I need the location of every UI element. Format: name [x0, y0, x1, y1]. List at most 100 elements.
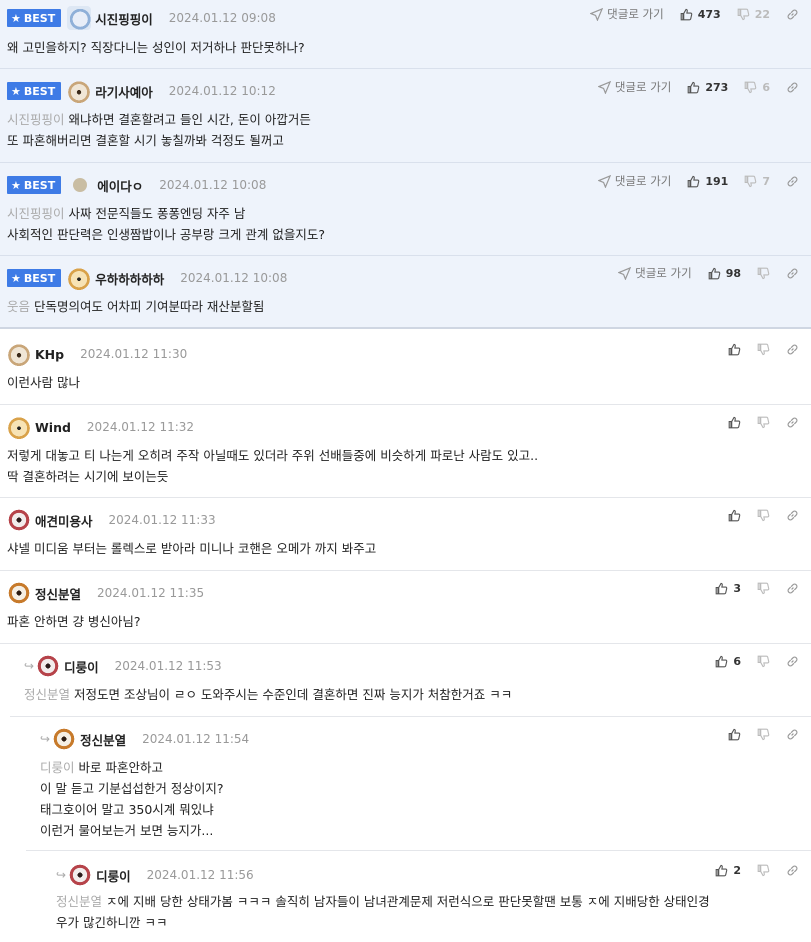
avatar[interactable] — [67, 6, 92, 30]
best-comment: ★ BEST 에이다ㅇ 2024.01.12 10:08 댓글로 가기 191 7… — [0, 163, 811, 256]
thumb-down-icon — [744, 81, 757, 94]
downvote-button[interactable] — [757, 267, 770, 280]
copy-link-button[interactable] — [786, 343, 799, 356]
comment-body: 웃음 단독명의여도 어차피 기여분따라 재산분할됨 — [7, 299, 265, 314]
downvote-button[interactable] — [757, 582, 770, 595]
link-icon — [786, 267, 799, 280]
reply-arrow-icon: ↪ — [24, 659, 35, 673]
upvote-count: 6 — [733, 655, 741, 668]
reply-comment: ↪ 정신분열 2024.01.12 11:54 디룽이 바로 파혼안하고 이 말 … — [26, 717, 811, 851]
goto-comment-link[interactable]: 댓글로 가기 — [597, 173, 671, 189]
copy-link-button[interactable] — [786, 8, 799, 21]
copy-link-button[interactable] — [786, 416, 799, 429]
thumb-down-icon — [757, 582, 770, 595]
comment-author[interactable]: KHp — [35, 347, 64, 362]
thumb-down-icon — [757, 655, 770, 668]
upvote-button[interactable] — [728, 416, 741, 429]
avatar[interactable] — [7, 342, 31, 366]
copy-link-button[interactable] — [786, 175, 799, 188]
avatar[interactable] — [52, 727, 77, 751]
downvote-button[interactable] — [757, 728, 770, 741]
copy-link-button[interactable] — [786, 582, 799, 595]
mention[interactable]: 정신분열 — [24, 687, 70, 702]
upvote-button[interactable]: 191 — [687, 175, 728, 188]
upvote-button[interactable] — [728, 509, 741, 522]
downvote-button[interactable]: 22 — [737, 8, 770, 21]
copy-link-button[interactable] — [786, 267, 799, 280]
comment: Wind 2024.01.12 11:32 저렇게 대놓고 티 나는게 오히려 … — [0, 405, 811, 498]
comment-author[interactable]: 디룽이 — [96, 866, 131, 885]
upvote-button[interactable]: 473 — [680, 8, 721, 21]
downvote-count: 6 — [762, 80, 770, 94]
avatar[interactable] — [73, 178, 88, 192]
upvote-button[interactable] — [728, 728, 741, 741]
comment-author[interactable]: 우하하하하하 — [95, 269, 164, 288]
avatar[interactable] — [7, 415, 31, 439]
upvote-count: 273 — [705, 80, 729, 94]
star-icon: ★ — [11, 11, 21, 25]
upvote-button[interactable]: 6 — [715, 655, 741, 668]
downvote-button[interactable] — [757, 864, 770, 877]
comment-body: 정신분열 저정도면 조상님이 ㄹㅇ 도와주시는 수준인데 결혼하면 진짜 능지가 … — [24, 687, 513, 702]
thumb-down-icon — [757, 343, 770, 356]
upvote-button[interactable]: 2 — [715, 864, 741, 877]
comment-author[interactable]: 애견미용사 — [35, 511, 93, 530]
downvote-button[interactable] — [757, 509, 770, 522]
mention[interactable]: 디룽이 — [40, 760, 75, 775]
comment-date: 2024.01.12 11:53 — [114, 659, 222, 673]
copy-link-button[interactable] — [786, 509, 799, 522]
comment-author[interactable]: Wind — [35, 420, 71, 435]
goto-comment-link[interactable]: 댓글로 가기 — [597, 79, 671, 95]
upvote-button[interactable]: 98 — [708, 267, 741, 280]
comment-date: 2024.01.12 09:08 — [168, 11, 276, 25]
upvote-button[interactable]: 273 — [687, 81, 728, 94]
comment-body: 샤넬 미디움 부터는 롤렉스로 받아라 미니나 코핸은 오메가 까지 봐주고 — [7, 541, 377, 556]
mention[interactable]: 시진핑핑이 — [7, 206, 65, 221]
avatar[interactable] — [7, 581, 31, 605]
comment-body: 정신분열 ㅈ에 지배 당한 상태가봄 ㅋㅋㅋ 솔직히 남자들이 남녀관계문제 저런… — [56, 894, 710, 930]
goto-comment-link[interactable]: 댓글로 가기 — [590, 6, 664, 22]
upvote-button[interactable]: 3 — [715, 582, 741, 595]
mention[interactable]: 정신분열 — [56, 894, 102, 909]
best-comment: ★ BEST 라기사예아 2024.01.12 10:12 댓글로 가기 273 … — [0, 69, 811, 163]
comment-author[interactable]: 에이다ㅇ — [97, 176, 143, 195]
upvote-count: 98 — [725, 266, 741, 280]
thumb-down-icon — [744, 175, 757, 188]
reply-arrow-icon: ↪ — [40, 732, 51, 746]
comment: KHp 2024.01.12 11:30 이런사람 많나 — [0, 331, 811, 405]
link-icon — [786, 509, 799, 522]
comment-date: 2024.01.12 11:33 — [108, 513, 216, 527]
upvote-count: 473 — [697, 7, 721, 21]
comment-author[interactable]: 라기사예아 — [95, 82, 153, 101]
downvote-button[interactable]: 7 — [744, 175, 770, 188]
comment-author[interactable]: 디룽이 — [64, 657, 99, 676]
comment-date: 2024.01.12 10:08 — [180, 271, 288, 285]
downvote-button[interactable]: 6 — [744, 81, 770, 94]
mention[interactable]: 웃음 — [7, 299, 30, 314]
goto-comment-link[interactable]: 댓글로 가기 — [618, 265, 692, 281]
comment-author[interactable]: 정신분열 — [35, 584, 81, 603]
mention[interactable]: 시진핑핑이 — [7, 112, 65, 127]
upvote-button[interactable] — [728, 343, 741, 356]
avatar[interactable] — [67, 266, 92, 290]
copy-link-button[interactable] — [786, 655, 799, 668]
copy-link-button[interactable] — [786, 728, 799, 741]
comment-author[interactable]: 정신분열 — [80, 730, 126, 749]
downvote-button[interactable] — [757, 655, 770, 668]
thumb-up-icon — [728, 509, 741, 522]
link-icon — [786, 416, 799, 429]
avatar[interactable] — [36, 654, 61, 678]
avatar[interactable] — [68, 863, 93, 887]
avatar[interactable] — [67, 79, 92, 103]
thumb-down-icon — [757, 728, 770, 741]
comment: 정신분열 2024.01.12 11:35 3 파혼 안하면 걍 병신아님? — [0, 571, 811, 644]
comment-author[interactable]: 시진핑핑이 — [95, 9, 153, 28]
copy-link-button[interactable] — [786, 81, 799, 94]
avatar[interactable] — [7, 508, 31, 532]
downvote-count: 22 — [754, 7, 770, 21]
copy-link-button[interactable] — [786, 864, 799, 877]
downvote-button[interactable] — [757, 343, 770, 356]
downvote-button[interactable] — [757, 416, 770, 429]
link-icon — [786, 582, 799, 595]
comment-body: 왜 고민을하지? 직장다니는 성인이 저거하나 판단못하나? — [7, 40, 305, 55]
